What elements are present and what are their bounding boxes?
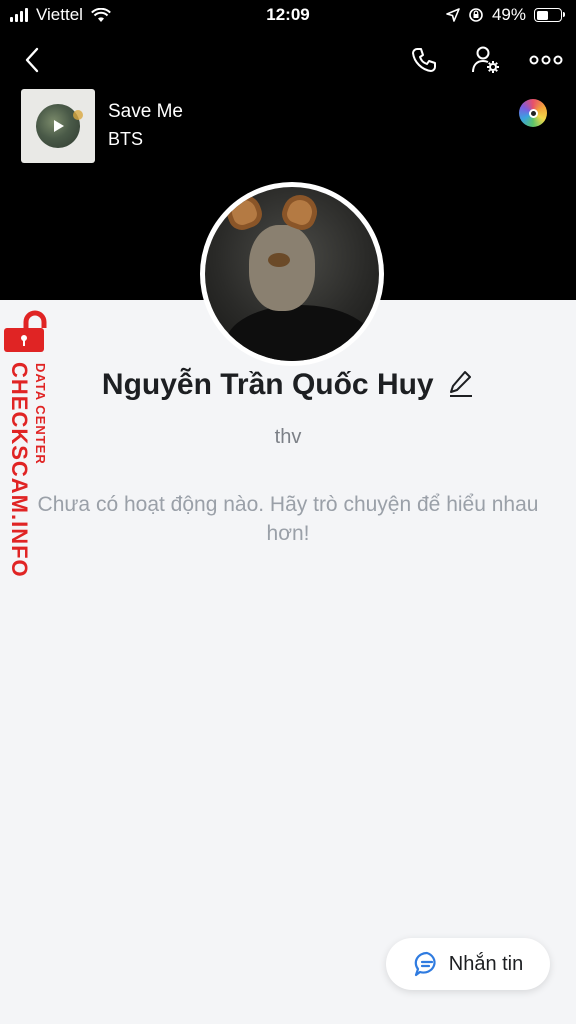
back-icon <box>25 47 39 73</box>
battery-icon <box>534 8 565 22</box>
message-button[interactable]: Nhắn tin <box>386 938 550 990</box>
pencil-icon <box>450 370 473 397</box>
empty-activity-message: Chưa có hoạt động nào. Hãy trò chuyện để… <box>37 493 539 545</box>
profile-name: Nguyễn Trần Quốc Huy <box>101 368 434 401</box>
avatar[interactable] <box>200 182 384 366</box>
rotation-lock-icon <box>469 8 483 22</box>
song-artist: BTS <box>108 129 144 149</box>
more-button[interactable] <box>526 40 566 80</box>
watermark-line2: CHECKSCAM.INFO <box>7 362 32 578</box>
music-disc-icon[interactable] <box>519 99 547 127</box>
lock-icon <box>4 310 47 352</box>
more-icon <box>529 55 563 65</box>
back-button[interactable] <box>14 40 50 80</box>
message-button-label: Nhắn tin <box>448 952 524 975</box>
status-bar: Viettel 12:09 49% <box>0 0 576 32</box>
top-nav <box>0 40 576 80</box>
song-title: Save Me <box>108 101 183 122</box>
watermark-line1: DATA CENTER <box>33 363 48 465</box>
chat-icon <box>414 951 436 977</box>
call-button[interactable] <box>404 40 444 80</box>
profile-music[interactable]: Save Me BTS <box>21 89 556 163</box>
battery-percent: 49% <box>491 5 526 24</box>
profile-subtitle: thv <box>274 426 302 448</box>
phone-icon <box>412 48 436 72</box>
edit-name-button[interactable] <box>448 369 474 402</box>
user-settings-icon <box>472 46 499 73</box>
avatar-photo <box>205 187 379 361</box>
album-cover[interactable] <box>21 89 95 163</box>
profile-settings-button[interactable] <box>466 40 506 80</box>
profile-name-row: Nguyễn Trần Quốc Huy <box>0 368 576 402</box>
play-icon <box>54 120 64 132</box>
location-icon <box>446 8 460 22</box>
